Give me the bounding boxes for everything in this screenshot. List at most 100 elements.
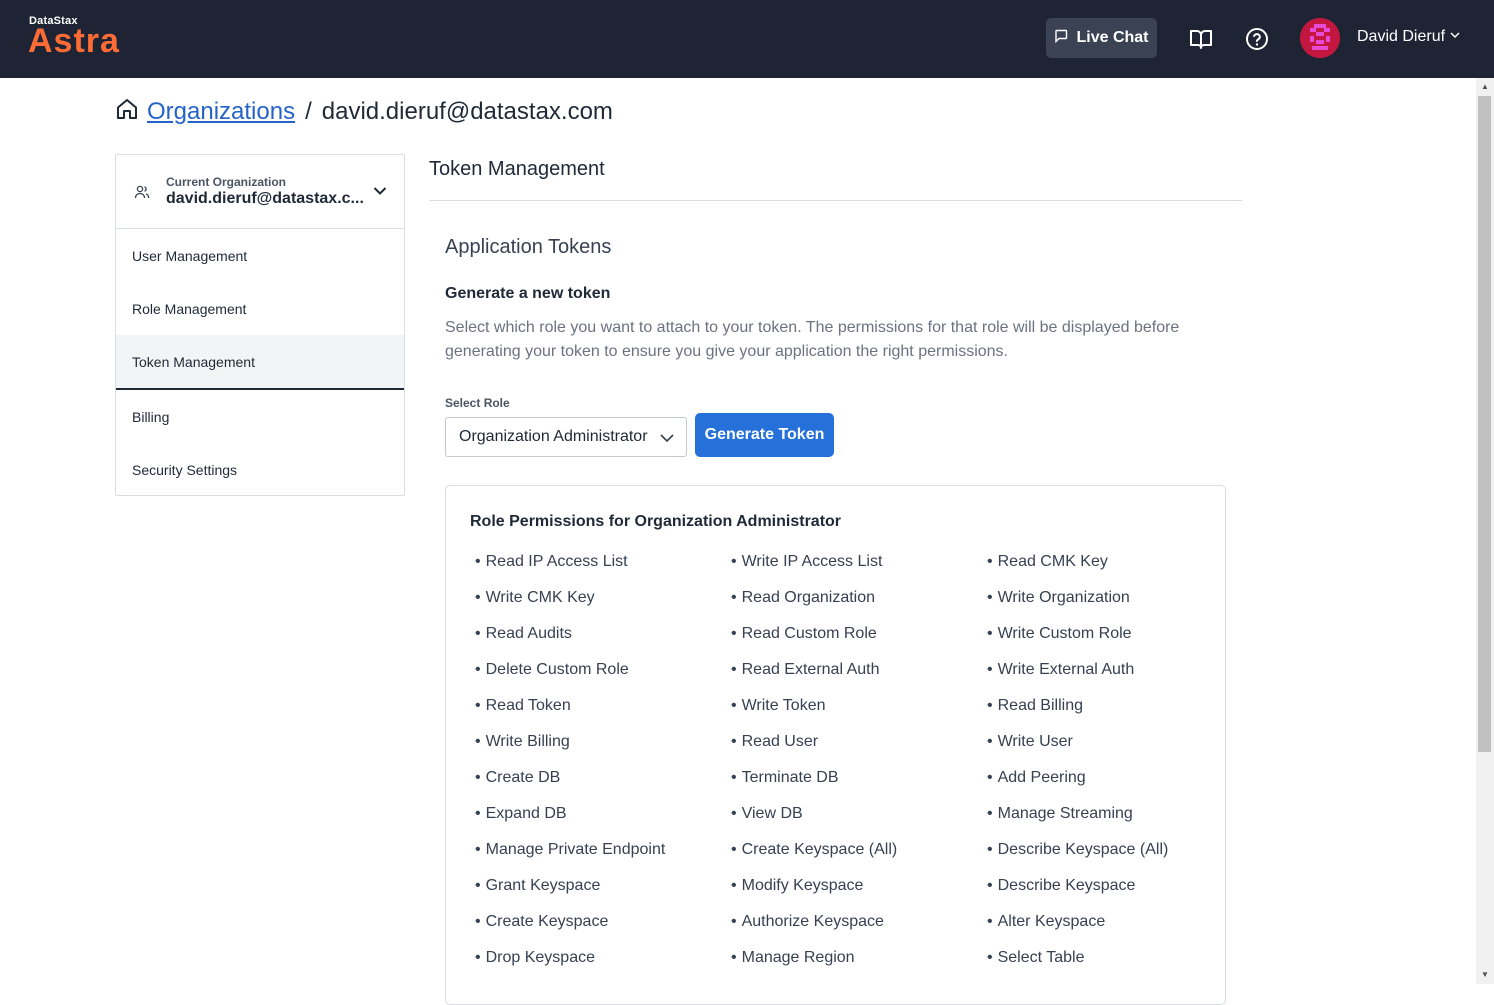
permission-item: • Read CMK Key [987, 544, 1235, 580]
permission-item: • Manage Streaming [987, 796, 1235, 832]
permission-label: View DB [741, 805, 803, 822]
bullet-icon: • [987, 553, 993, 570]
bullet-icon: • [987, 841, 993, 858]
sidebar-item-billing[interactable]: Billing [116, 390, 404, 443]
permission-label: Write Token [741, 697, 826, 714]
bullet-icon: • [731, 625, 737, 642]
permission-label: Select Table [997, 949, 1085, 966]
permission-item: • Read Organization [731, 580, 987, 616]
bullet-icon: • [987, 949, 993, 966]
permission-item: • Manage Private Endpoint [475, 832, 731, 868]
permissions-list: • Read IP Access List • Write IP Access Lis… [475, 544, 1235, 976]
user-menu[interactable]: David Dieruf [1357, 28, 1461, 46]
bullet-icon: • [731, 949, 737, 966]
breadcrumb-current: david.dieruf@datastax.com [321, 98, 613, 125]
logo-astra[interactable]: Astra [28, 24, 120, 58]
permission-label: Write IP Access List [741, 553, 883, 570]
generate-token-description: Select which role you want to attach to … [445, 319, 1180, 360]
permission-label: Read User [741, 733, 819, 750]
permission-label: Write Billing [485, 733, 570, 750]
permission-label: Add Peering [997, 769, 1086, 786]
current-org-value: david.dieruf@datastax.c... [166, 190, 364, 207]
permission-item: • View DB [731, 796, 987, 832]
bullet-icon: • [475, 805, 481, 822]
scroll-up-icon[interactable]: ▲ [1480, 82, 1490, 92]
sidebar-item-user-management[interactable]: User Management [116, 229, 404, 282]
organization-sidebar: Current Organization david.dieruf@datast… [115, 154, 405, 496]
permission-label: Manage Streaming [997, 805, 1133, 822]
breadcrumb-organizations-link[interactable]: Organizations [147, 98, 295, 126]
permission-item: • Read Token [475, 688, 731, 724]
permission-label: Drop Keyspace [485, 949, 595, 966]
bullet-icon: • [731, 697, 737, 714]
bullet-icon: • [987, 625, 993, 642]
scrollbar-thumb[interactable] [1478, 96, 1491, 752]
user-avatar[interactable] [1300, 18, 1340, 58]
sidebar-item-role-management[interactable]: Role Management [116, 282, 404, 335]
page-scrollbar[interactable]: ▲ ▼ [1476, 78, 1494, 984]
permission-item: • Write IP Access List [731, 544, 987, 580]
permission-label: Create Keyspace [485, 913, 609, 930]
permission-label: Write External Auth [997, 661, 1135, 678]
bullet-icon: • [731, 589, 737, 606]
home-icon [115, 97, 139, 128]
organization-switcher[interactable]: Current Organization david.dieruf@datast… [116, 155, 404, 229]
bullet-icon: • [731, 553, 737, 570]
help-icon[interactable] [1244, 26, 1270, 52]
permission-item: • Create DB [475, 760, 731, 796]
permission-label: Manage Region [741, 949, 855, 966]
permission-item: • Modify Keyspace [731, 868, 987, 904]
role-select[interactable]: Organization Administrator [445, 417, 687, 457]
permission-item: • Write Billing [475, 724, 731, 760]
permission-item: • Read User [731, 724, 987, 760]
bullet-icon: • [475, 589, 481, 606]
permission-item: • Drop Keyspace [475, 940, 731, 976]
bullet-icon: • [987, 877, 993, 894]
bullet-icon: • [475, 913, 481, 930]
permission-label: Describe Keyspace (All) [997, 841, 1169, 858]
permission-item: • Add Peering [987, 760, 1235, 796]
permission-label: Write Organization [997, 589, 1130, 606]
permission-item: • Write External Auth [987, 652, 1235, 688]
permission-item: • Authorize Keyspace [731, 904, 987, 940]
bullet-icon: • [987, 805, 993, 822]
bullet-icon: • [987, 697, 993, 714]
permission-item: • Read Audits [475, 616, 731, 652]
bullet-icon: • [987, 661, 993, 678]
live-chat-button[interactable]: Live Chat [1046, 18, 1157, 58]
docs-book-icon[interactable] [1188, 26, 1214, 52]
permission-label: Describe Keyspace [997, 877, 1136, 894]
permission-item: • Write Organization [987, 580, 1235, 616]
bullet-icon: • [475, 661, 481, 678]
bullet-icon: • [987, 733, 993, 750]
sidebar-item-token-management[interactable]: Token Management [116, 335, 404, 390]
chat-bubble-icon [1054, 29, 1068, 48]
permission-label: Alter Keyspace [997, 913, 1106, 930]
permission-label: Read Organization [741, 589, 876, 606]
generate-token-button[interactable]: Generate Token [695, 413, 834, 457]
bullet-icon: • [475, 841, 481, 858]
permission-item: • Describe Keyspace [987, 868, 1235, 904]
permission-label: Read Audits [485, 625, 572, 642]
generate-token-heading: Generate a new token [445, 285, 611, 302]
permission-label: Delete Custom Role [485, 661, 629, 678]
permission-item: • Grant Keyspace [475, 868, 731, 904]
section-title: Application Tokens [445, 236, 612, 258]
people-icon [134, 184, 150, 205]
scroll-down-icon[interactable]: ▼ [1480, 970, 1490, 980]
bullet-icon: • [475, 697, 481, 714]
permission-label: Modify Keyspace [741, 877, 864, 894]
chevron-down-icon [372, 183, 388, 204]
sidebar-item-security-settings[interactable]: Security Settings [116, 443, 404, 496]
bullet-icon: • [475, 949, 481, 966]
permission-item: • Terminate DB [731, 760, 987, 796]
permission-item: • Create Keyspace [475, 904, 731, 940]
permission-item: • Expand DB [475, 796, 731, 832]
permission-item: • Write CMK Key [475, 580, 731, 616]
role-permissions-title: Role Permissions for Organization Admini… [470, 513, 842, 530]
breadcrumb: Organizations / david.dieruf@datastax.co… [115, 97, 613, 127]
chevron-down-icon [659, 430, 675, 451]
bullet-icon: • [987, 589, 993, 606]
permission-item: • Delete Custom Role [475, 652, 731, 688]
bullet-icon: • [987, 913, 993, 930]
